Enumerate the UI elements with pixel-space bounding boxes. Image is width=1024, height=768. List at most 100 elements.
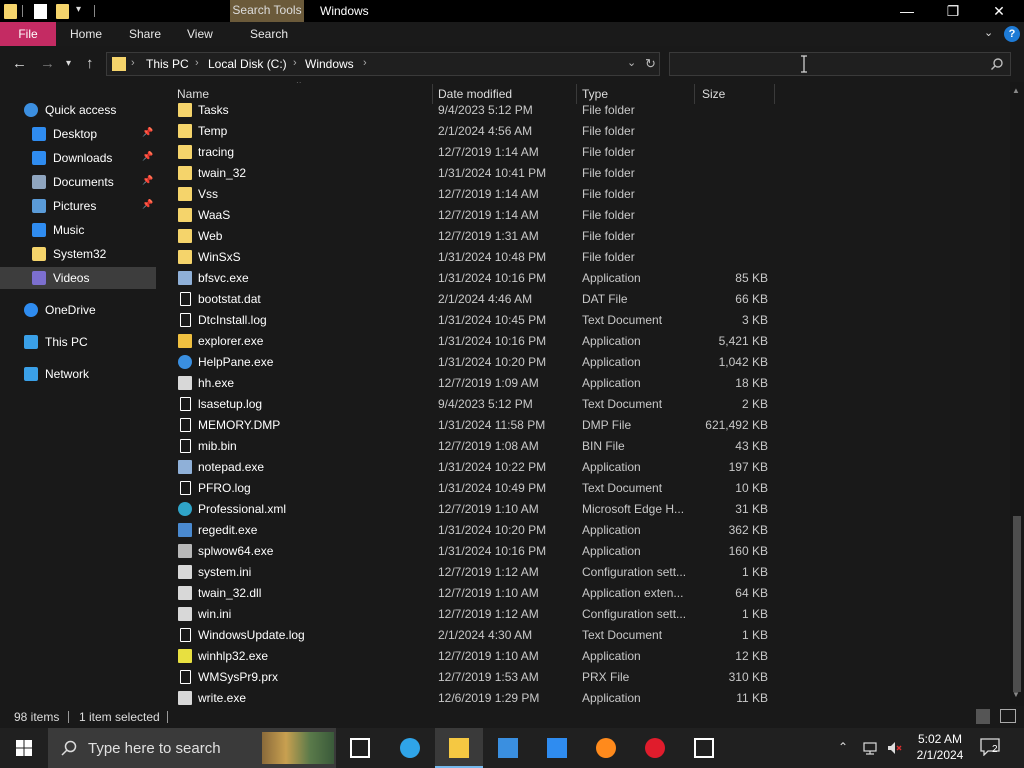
file-row[interactable]: HelpPane.exe 1/31/2024 10:20 PM Applicatio… xyxy=(158,352,1008,373)
refresh-icon[interactable]: ↻ xyxy=(645,56,656,72)
file-row[interactable]: bootstat.dat 2/1/2024 4:46 AM DAT File 66 K… xyxy=(158,289,1008,310)
recent-locations-icon[interactable]: ▾ xyxy=(66,58,71,69)
file-row[interactable]: splwow64.exe 1/31/2024 10:16 PM Applicatio… xyxy=(158,541,1008,562)
customize-quick-access-icon[interactable]: ▾ xyxy=(76,4,81,15)
search-box[interactable] xyxy=(669,52,1011,76)
sidebar-item-documents[interactable]: Documents 📌 xyxy=(0,171,156,193)
breadcrumb-separator-icon[interactable]: › xyxy=(131,57,135,69)
breadcrumb-this-pc[interactable]: This PC xyxy=(146,57,189,71)
column-header-size[interactable]: Size xyxy=(702,87,725,101)
file-row[interactable]: WaaS 12/7/2019 1:14 AM File folder xyxy=(158,205,1008,226)
address-bar[interactable]: › This PC › Local Disk (C:) › Windows › … xyxy=(106,52,660,76)
sidebar-item-system32[interactable]: System32 xyxy=(0,243,156,265)
breadcrumb-separator-icon[interactable]: › xyxy=(195,57,199,69)
sidebar-item-desktop[interactable]: Desktop 📌 xyxy=(0,123,156,145)
file-row[interactable]: PFRO.log 1/31/2024 10:49 PM Text Document 1… xyxy=(158,478,1008,499)
file-row[interactable]: WMSysPr9.prx 12/7/2019 1:53 AM PRX File 310… xyxy=(158,667,1008,688)
taskbar-app-7zip[interactable] xyxy=(680,728,728,768)
address-history-icon[interactable]: ⌄ xyxy=(627,56,636,69)
file-row[interactable]: explorer.exe 1/31/2024 10:16 PM Applicatio… xyxy=(158,331,1008,352)
taskbar-search-box[interactable]: Type here to search xyxy=(48,728,336,768)
network-icon[interactable] xyxy=(862,740,878,756)
file-row[interactable]: Temp 2/1/2024 4:56 AM File folder xyxy=(158,121,1008,142)
expand-ribbon-icon[interactable]: ⌄ xyxy=(984,26,993,39)
up-icon[interactable]: ↑ xyxy=(86,55,94,72)
file-row[interactable]: winhlp32.exe 12/7/2019 1:10 AM Application… xyxy=(158,646,1008,667)
file-row[interactable]: win.ini 12/7/2019 1:12 AM Configuration se… xyxy=(158,604,1008,625)
column-header-name[interactable]: Name xyxy=(177,87,209,101)
volume-muted-icon[interactable] xyxy=(886,740,902,756)
column-header-date-modified[interactable]: Date modified xyxy=(438,87,512,101)
file-row[interactable]: WindowsUpdate.log 2/1/2024 4:30 AM Text Do… xyxy=(158,625,1008,646)
file-row[interactable]: regedit.exe 1/31/2024 10:20 PM Application… xyxy=(158,520,1008,541)
minimize-button[interactable]: — xyxy=(884,0,930,22)
breadcrumb-local-disk[interactable]: Local Disk (C:) xyxy=(208,57,287,71)
large-icons-view-icon[interactable] xyxy=(1000,709,1016,723)
file-row[interactable]: MEMORY.DMP 1/31/2024 11:58 PM DMP File 621,… xyxy=(158,415,1008,436)
windows-start-icon[interactable] xyxy=(0,728,48,768)
back-icon[interactable]: ← xyxy=(12,55,27,72)
breadcrumb-windows[interactable]: Windows xyxy=(305,57,354,71)
file-row[interactable]: bfsvc.exe 1/31/2024 10:16 PM Application 85… xyxy=(158,268,1008,289)
sidebar-item-downloads[interactable]: Downloads 📌 xyxy=(0,147,156,169)
taskbar-app-firefox[interactable] xyxy=(582,728,630,768)
sidebar-item-quick-access[interactable]: Quick access xyxy=(0,99,156,121)
clock-date[interactable]: 2/1/2024 xyxy=(912,748,968,762)
file-row[interactable]: DtcInstall.log 1/31/2024 10:45 PM Text Doc… xyxy=(158,310,1008,331)
vertical-scrollbar[interactable]: ▲ ▼ xyxy=(1010,82,1024,706)
file-row[interactable]: Professional.xml 12/7/2019 1:10 AM Microso… xyxy=(158,499,1008,520)
sidebar-item-label: Network xyxy=(45,367,90,381)
file-row[interactable]: twain_32.dll 12/7/2019 1:10 AM Application… xyxy=(158,583,1008,604)
scrollbar-thumb[interactable] xyxy=(1013,516,1021,692)
folder-icon[interactable] xyxy=(4,4,17,19)
file-name: Vss xyxy=(198,187,219,201)
sidebar-item-this-pc[interactable]: This PC xyxy=(0,331,156,353)
taskbar-app-store[interactable] xyxy=(484,728,532,768)
forward-icon[interactable]: → xyxy=(40,55,55,72)
tab-file[interactable]: File xyxy=(0,22,56,46)
close-button[interactable]: ✕ xyxy=(976,0,1022,22)
file-row[interactable]: twain_32 1/31/2024 10:41 PM File folder xyxy=(158,163,1008,184)
tab-home[interactable]: Home xyxy=(70,22,102,46)
file-row[interactable]: write.exe 12/6/2019 1:29 PM Application 11 … xyxy=(158,688,1008,706)
search-tools-context-tab[interactable]: Search Tools xyxy=(230,0,304,22)
file-row[interactable]: system.ini 12/7/2019 1:12 AM Configuration… xyxy=(158,562,1008,583)
taskbar-app-file-explorer[interactable] xyxy=(435,728,483,768)
properties-icon[interactable] xyxy=(34,4,47,19)
taskbar-app-mail[interactable] xyxy=(533,728,581,768)
new-folder-icon[interactable] xyxy=(56,4,69,19)
file-row[interactable]: lsasetup.log 9/4/2023 5:12 PM Text Documen… xyxy=(158,394,1008,415)
file-row[interactable]: mib.bin 12/7/2019 1:08 AM BIN File 43 KB xyxy=(158,436,1008,457)
scroll-up-icon[interactable]: ▲ xyxy=(1012,86,1020,95)
sidebar-item-network[interactable]: Network xyxy=(0,363,156,385)
details-view-icon[interactable] xyxy=(976,709,990,724)
taskbar-app-opera[interactable] xyxy=(631,728,679,768)
sidebar-item-pictures[interactable]: Pictures 📌 xyxy=(0,195,156,217)
folder-icon xyxy=(178,166,192,180)
breadcrumb-separator-icon[interactable]: › xyxy=(293,57,297,69)
tab-share[interactable]: Share xyxy=(129,22,161,46)
sidebar-item-videos[interactable]: Videos xyxy=(0,267,156,289)
breadcrumb-separator-icon[interactable]: › xyxy=(363,57,367,69)
file-row[interactable]: notepad.exe 1/31/2024 10:22 PM Application… xyxy=(158,457,1008,478)
scroll-down-icon[interactable]: ▼ xyxy=(1012,690,1020,699)
file-row[interactable]: Web 12/7/2019 1:31 AM File folder xyxy=(158,226,1008,247)
tab-search[interactable]: Search xyxy=(250,22,288,46)
taskbar-app-task-view[interactable] xyxy=(336,728,384,768)
search-input[interactable] xyxy=(674,55,974,73)
taskbar-app-edge[interactable] xyxy=(386,728,434,768)
file-row[interactable]: Tasks 9/4/2023 5:12 PM File folder xyxy=(158,100,1008,121)
file-row[interactable]: tracing 12/7/2019 1:14 AM File folder xyxy=(158,142,1008,163)
sidebar-item-music[interactable]: Music xyxy=(0,219,156,241)
search-icon[interactable] xyxy=(990,57,1004,71)
clock-time[interactable]: 5:02 AM xyxy=(912,732,968,746)
file-row[interactable]: Vss 12/7/2019 1:14 AM File folder xyxy=(158,184,1008,205)
maximize-button[interactable]: ❐ xyxy=(930,0,976,22)
file-row[interactable]: hh.exe 12/7/2019 1:09 AM Application 18 KB xyxy=(158,373,1008,394)
tab-view[interactable]: View xyxy=(187,22,213,46)
help-icon[interactable]: ? xyxy=(1004,26,1020,42)
file-row[interactable]: WinSxS 1/31/2024 10:48 PM File folder xyxy=(158,247,1008,268)
show-hidden-icons-icon[interactable]: ⌃ xyxy=(838,740,848,754)
sidebar-item-onedrive[interactable]: OneDrive xyxy=(0,299,156,321)
column-header-type[interactable]: Type xyxy=(582,87,608,101)
